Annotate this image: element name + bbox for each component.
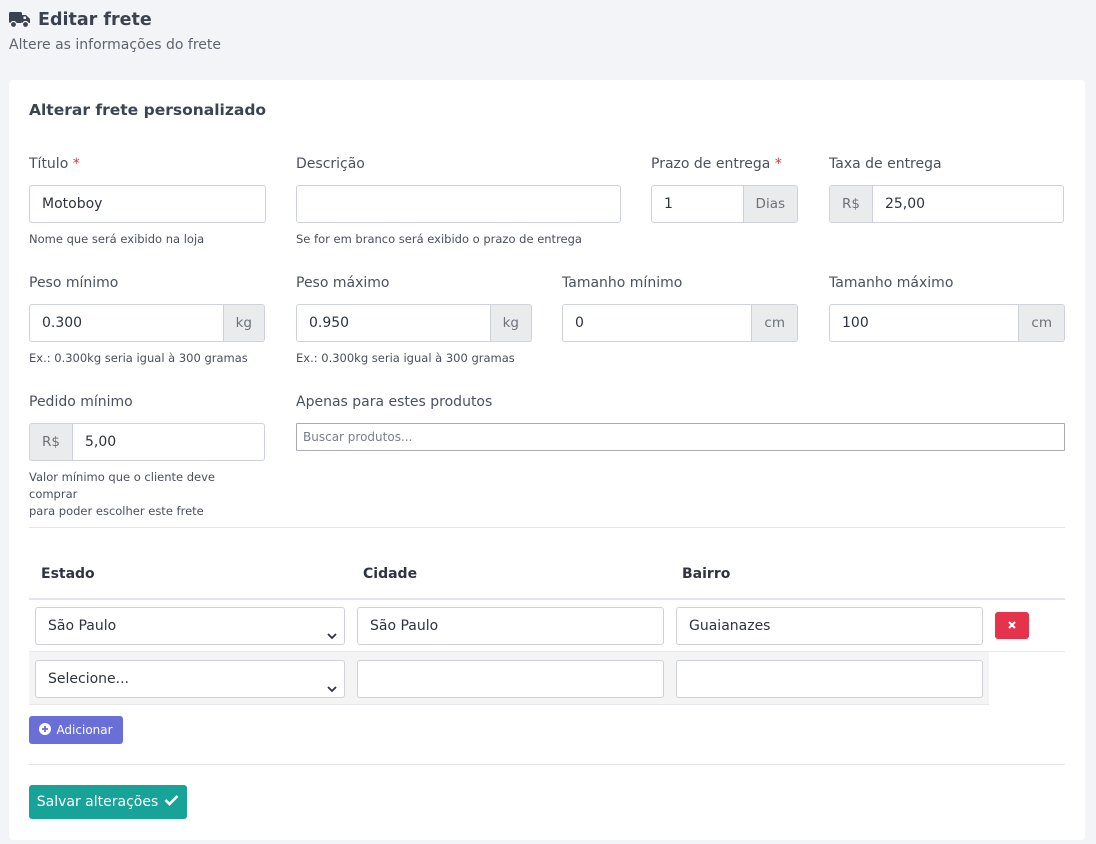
add-row-button[interactable]: Adicionar [29,716,123,744]
estado-select[interactable]: São Paulo [35,607,345,645]
table-row: Selecione... [29,652,989,705]
pedido-min-help: Valor mínimo que o cliente deve comprar … [29,470,215,518]
cidade-input[interactable] [357,660,664,698]
titulo-field: Título * Motoboy Nome que será exibido n… [29,155,266,248]
peso-min-input[interactable]: 0.300 [29,304,224,342]
page-title-text: Editar frete [38,10,152,30]
add-row-label: Adicionar [56,723,113,737]
estado-header: Estado [41,566,95,582]
tam-min-label: Tamanho mínimo [562,275,683,291]
page-subtitle: Altere as informações do frete [9,37,222,53]
page-title: Editar frete [9,10,221,30]
bairro-header: Bairro [682,566,731,582]
edit-shipping-card: Alterar frete personalizado Título * Mot… [9,80,1085,840]
close-icon [1007,618,1017,634]
prazo-addon: Dias [743,185,798,223]
titulo-help: Nome que será exibido na loja [29,232,205,246]
tam-min-input[interactable]: 0 [562,304,753,342]
divider [29,764,1065,765]
descricao-help: Se for em branco será exibido o prazo de… [296,232,582,246]
prazo-input[interactable]: 1 [651,185,744,223]
tam-max-addon: cm [1019,304,1065,342]
save-label: Salvar alterações [36,794,159,810]
chevron-down-icon [326,673,338,709]
pedido-min-addon: R$ [29,423,72,461]
check-icon [164,794,179,810]
taxa-input[interactable]: 25,00 [871,185,1064,223]
titulo-input[interactable]: Motoboy [29,185,266,223]
pedido-min-label: Pedido mínimo [29,394,133,410]
plus-circle-icon [39,722,52,738]
tam-max-label: Tamanho máximo [829,275,954,291]
cidade-input[interactable]: São Paulo [357,607,664,645]
descricao-input[interactable] [296,185,621,223]
produtos-label: Apenas para estes produtos [296,394,493,410]
peso-max-addon: kg [490,304,532,342]
remove-row-button[interactable] [995,612,1029,639]
bairro-input[interactable]: Guaianazes [676,607,983,645]
peso-min-label: Peso mínimo [29,275,119,291]
peso-min-addon: kg [223,304,265,342]
pedido-min-field: Pedido mínimo R$ 5,00 Valor mínimo que o… [29,393,265,520]
produtos-search-input[interactable]: Buscar produtos... [296,423,1065,451]
required-marker: * [72,156,80,172]
bairro-input[interactable] [676,660,983,698]
descricao-label: Descrição [296,156,365,172]
required-marker: * [774,156,782,172]
table-row: São Paulo São Paulo Guaianazes [29,599,1065,652]
peso-max-label: Peso máximo [296,275,390,291]
card-title: Alterar frete personalizado [29,101,267,119]
truck-icon [9,11,31,29]
prazo-field: Prazo de entrega * 1 Dias [651,155,798,223]
peso-min-help: Ex.: 0.300kg seria igual à 300 gramas [29,351,248,365]
page-header: Editar frete Altere as informações do fr… [9,10,221,53]
chevron-down-icon [326,620,338,656]
taxa-field: Taxa de entrega R$ 25,00 [829,155,1064,223]
peso-min-field: Peso mínimo 0.300 kg Ex.: 0.300kg seria … [29,274,265,367]
descricao-field: Descrição Se for em branco será exibido … [296,155,621,248]
cidade-header: Cidade [363,566,418,582]
produtos-field: Apenas para estes produtos Buscar produt… [296,393,1065,451]
tam-max-input[interactable]: 100 [829,304,1020,342]
divider [29,527,1065,528]
titulo-label: Título * [29,156,80,172]
prazo-label: Prazo de entrega * [651,156,782,172]
peso-max-help: Ex.: 0.300kg seria igual à 300 gramas [296,351,515,365]
tam-min-addon: cm [752,304,798,342]
tam-min-field: Tamanho mínimo 0 cm [562,274,798,342]
taxa-label: Taxa de entrega [829,156,942,172]
pedido-min-input[interactable]: 5,00 [71,423,265,461]
estado-select[interactable]: Selecione... [35,660,345,698]
taxa-addon: R$ [829,185,872,223]
peso-max-input[interactable]: 0.950 [296,304,491,342]
peso-max-field: Peso máximo 0.950 kg Ex.: 0.300kg seria … [296,274,532,367]
tam-max-field: Tamanho máximo 100 cm [829,274,1065,342]
save-button[interactable]: Salvar alterações [29,785,187,819]
